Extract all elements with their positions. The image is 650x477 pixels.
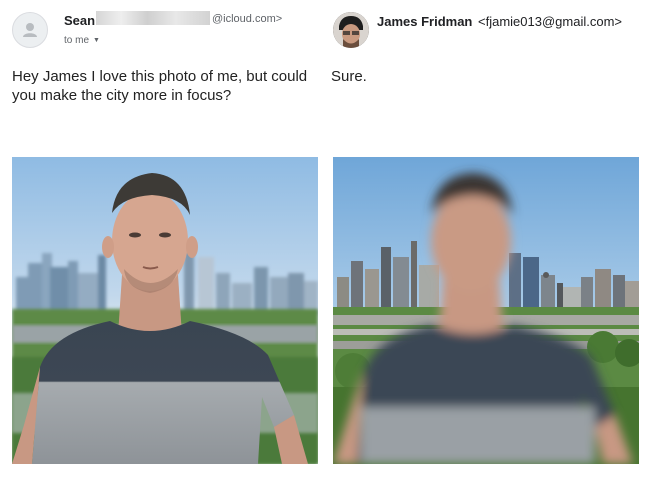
sender-name[interactable]: Sean — [64, 13, 95, 28]
replier-address: <fjamie013@gmail.com> — [478, 14, 622, 29]
recipient-details[interactable]: to me ▼ — [64, 35, 100, 46]
profile-photo-icon — [333, 12, 369, 48]
sender-domain: @icloud.com> — [212, 13, 283, 25]
email-body: Hey James I love this photo of me, but c… — [12, 68, 308, 104]
recipient-label: to me — [64, 35, 90, 46]
original-email: Sean @icloud.com> to me ▼ Hey James I lov… — [0, 0, 325, 477]
redacted-email — [96, 11, 210, 25]
person-icon — [23, 23, 37, 37]
edited-photo — [333, 157, 639, 464]
reply-body: Sure. — [331, 68, 367, 85]
caret-down-icon[interactable]: ▼ — [93, 37, 100, 44]
replier-avatar[interactable] — [333, 12, 369, 48]
replier-name[interactable]: James Fridman — [377, 14, 472, 29]
sender-avatar[interactable] — [12, 12, 48, 48]
original-photo — [12, 157, 318, 464]
